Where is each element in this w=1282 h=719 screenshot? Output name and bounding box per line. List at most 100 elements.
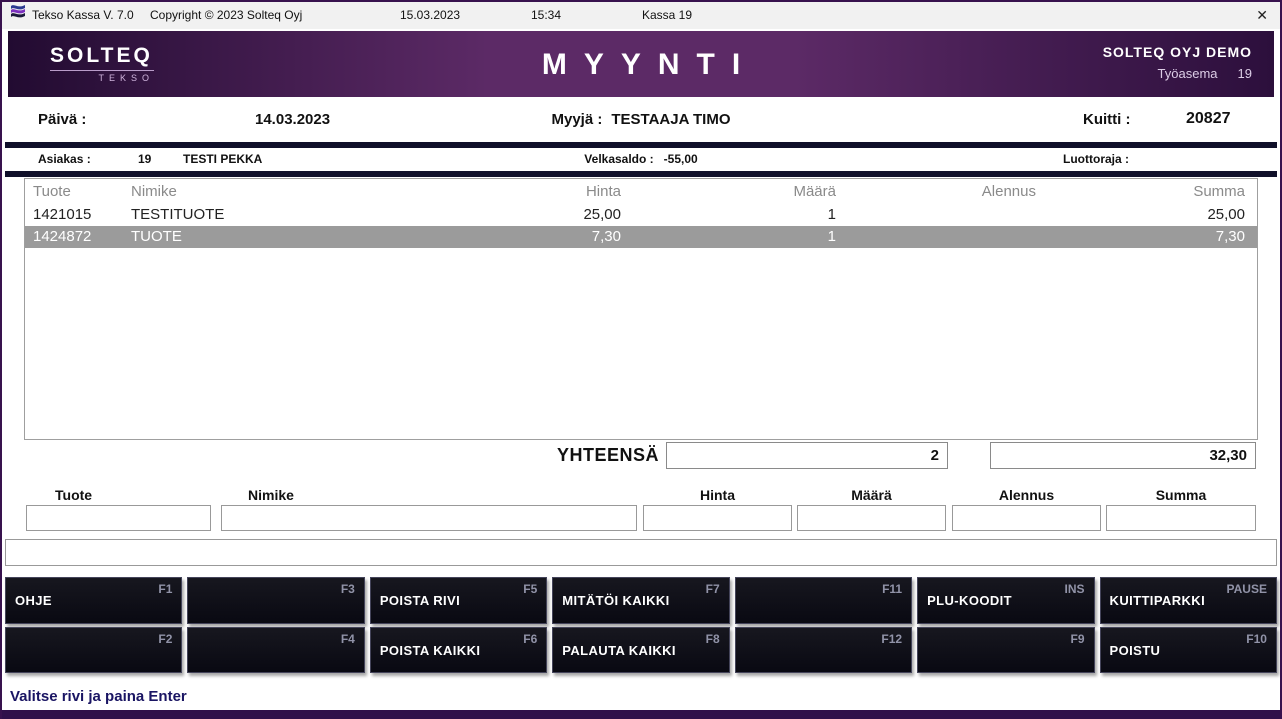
fkey-f5-poista-rivi[interactable]: POISTA RIVI F5 [370, 577, 547, 624]
fkey-f4[interactable]: F4 [187, 627, 364, 673]
column-header-hinta: Hinta [325, 179, 623, 204]
fkey-key-label: F1 [158, 582, 172, 596]
table-header-row: Tuote Nimike Hinta Määrä Alennus Summa [25, 179, 1257, 204]
fkey-key-label: PAUSE [1227, 582, 1267, 596]
app-window: Tekso Kassa V. 7.0 Copyright © 2023 Solt… [0, 0, 1282, 719]
close-icon[interactable]: ✕ [1256, 2, 1268, 29]
fkey-label: POISTU [1101, 643, 1161, 658]
fkey-key-label: F3 [341, 582, 355, 596]
customer-label: Asiakas : [38, 152, 91, 166]
date-label: Päivä : [38, 111, 86, 128]
logo-main-text: SOLTEQ [50, 44, 154, 68]
fkey-f9[interactable]: F9 [917, 627, 1094, 673]
cell-hinta: 7,30 [325, 226, 623, 248]
column-header-nimike: Nimike [125, 179, 325, 204]
titlebar: Tekso Kassa V. 7.0 Copyright © 2023 Solt… [2, 2, 1280, 29]
fkey-label: KUITTIPARKKI [1101, 593, 1206, 608]
page-title: MYYNTI [525, 48, 757, 82]
cell-summa: 7,30 [1038, 226, 1257, 248]
workstation-label: Työasema [1158, 66, 1218, 81]
app-title: Tekso Kassa V. 7.0 [32, 2, 134, 29]
fkey-key-label: INS [1065, 582, 1085, 596]
cell-nimike: TESTITUOTE [125, 204, 325, 226]
fkey-key-label: F5 [523, 582, 537, 596]
function-key-row-2: F2 F4 POISTA KAIKKI F6 PALAUTA KAIKKI F8… [5, 627, 1277, 673]
debt-info: Velkasaldo : -55,00 [584, 152, 697, 166]
fkey-f2[interactable]: F2 [5, 627, 182, 673]
sale-lines-table: Tuote Nimike Hinta Määrä Alennus Summa 1… [24, 178, 1258, 440]
fkey-label: MITÄTÖI KAIKKI [553, 593, 669, 608]
cell-hinta: 25,00 [325, 204, 623, 226]
tekso-app-icon [10, 2, 26, 18]
fkey-f8-palauta-kaikki[interactable]: PALAUTA KAIKKI F8 [552, 627, 729, 673]
entry-maara-input[interactable] [797, 505, 946, 531]
copyright-text: Copyright © 2023 Solteq Oyj [150, 2, 302, 29]
status-message: Valitse rivi ja paina Enter [10, 688, 187, 705]
header-banner: SOLTEQ TEKSO MYYNTI SOLTEQ OYJ DEMO Työa… [8, 31, 1274, 97]
window-border-top [0, 0, 1282, 2]
divider [5, 142, 1277, 148]
entry-label-hinta: Hinta [643, 487, 792, 503]
column-header-maara: Määrä [623, 179, 838, 204]
debt-label: Velkasaldo : [584, 152, 653, 166]
solteq-logo: SOLTEQ TEKSO [50, 44, 154, 83]
fkey-key-label: F2 [158, 632, 172, 646]
fkey-f11[interactable]: F11 [735, 577, 912, 624]
entry-label-maara: Määrä [797, 487, 946, 503]
function-key-row-1: OHJE F1 F3 POISTA RIVI F5 MITÄTÖI KAIKKI… [5, 577, 1277, 624]
cell-maara: 1 [623, 204, 838, 226]
system-date: 15.03.2023 [400, 2, 460, 29]
table-row-selected[interactable]: 1424872 TUOTE 7,30 1 7,30 [25, 226, 1257, 248]
column-header-tuote: Tuote [25, 179, 125, 204]
fkey-key-label: F12 [881, 632, 902, 646]
logo-sub-text: TEKSO [50, 70, 154, 83]
fkey-pause-kuittiparkki[interactable]: KUITTIPARKKI PAUSE [1100, 577, 1277, 624]
fkey-f3[interactable]: F3 [187, 577, 364, 624]
entry-tuote-input[interactable] [26, 505, 211, 531]
bottom-bar [0, 710, 1282, 719]
divider [5, 171, 1277, 177]
receipt-number: 20827 [1186, 110, 1231, 128]
seller-value: TESTAAJA TIMO [611, 111, 730, 128]
fkey-key-label: F4 [341, 632, 355, 646]
cell-tuote: 1421015 [25, 204, 125, 226]
fkey-label: OHJE [6, 593, 52, 608]
column-header-summa: Summa [1038, 179, 1257, 204]
fkey-f7-mitatoi-kaikki[interactable]: MITÄTÖI KAIKKI F7 [552, 577, 729, 624]
header-right: SOLTEQ OYJ DEMO Työasema 19 [1103, 44, 1252, 81]
customer-number: 19 [138, 152, 151, 166]
receipt-label: Kuitti : [1083, 111, 1130, 128]
fkey-label: POISTA RIVI [371, 593, 460, 608]
total-label: YHTEENSÄ [463, 445, 659, 466]
entry-label-summa: Summa [1106, 487, 1256, 503]
fkey-f12[interactable]: F12 [735, 627, 912, 673]
entry-hinta-input[interactable] [643, 505, 792, 531]
fkey-f1-ohje[interactable]: OHJE F1 [5, 577, 182, 624]
fkey-key-label: F9 [1071, 632, 1085, 646]
credit-limit-label: Luottoraja : [1063, 152, 1129, 166]
cell-tuote: 1424872 [25, 226, 125, 248]
fkey-label: PALAUTA KAIKKI [553, 643, 676, 658]
workstation-value: 19 [1238, 66, 1252, 81]
fkey-key-label: F11 [882, 582, 902, 596]
fkey-f10-poistu[interactable]: POISTU F10 [1100, 627, 1277, 673]
cell-alennus [838, 204, 1038, 226]
register-id: Kassa 19 [642, 2, 692, 29]
command-input[interactable] [5, 539, 1277, 566]
date-value: 14.03.2023 [255, 111, 330, 128]
entry-nimike-input[interactable] [221, 505, 637, 531]
fkey-ins-plu-koodit[interactable]: PLU-KOODIT INS [917, 577, 1094, 624]
entry-label-tuote: Tuote [55, 487, 92, 503]
window-border-left [0, 0, 2, 719]
company-name: SOLTEQ OYJ DEMO [1103, 44, 1252, 60]
entry-alennus-input[interactable] [952, 505, 1101, 531]
entry-summa-input[interactable] [1106, 505, 1256, 531]
cell-nimike: TUOTE [125, 226, 325, 248]
fkey-label: PLU-KOODIT [918, 593, 1012, 608]
seller-info: Myyjä : TESTAAJA TIMO [551, 111, 730, 128]
fkey-f6-poista-kaikki[interactable]: POISTA KAIKKI F6 [370, 627, 547, 673]
fkey-key-label: F10 [1246, 632, 1267, 646]
total-sum-box: 32,30 [990, 442, 1256, 469]
table-row[interactable]: 1421015 TESTITUOTE 25,00 1 25,00 [25, 204, 1257, 226]
entry-label-alennus: Alennus [952, 487, 1101, 503]
